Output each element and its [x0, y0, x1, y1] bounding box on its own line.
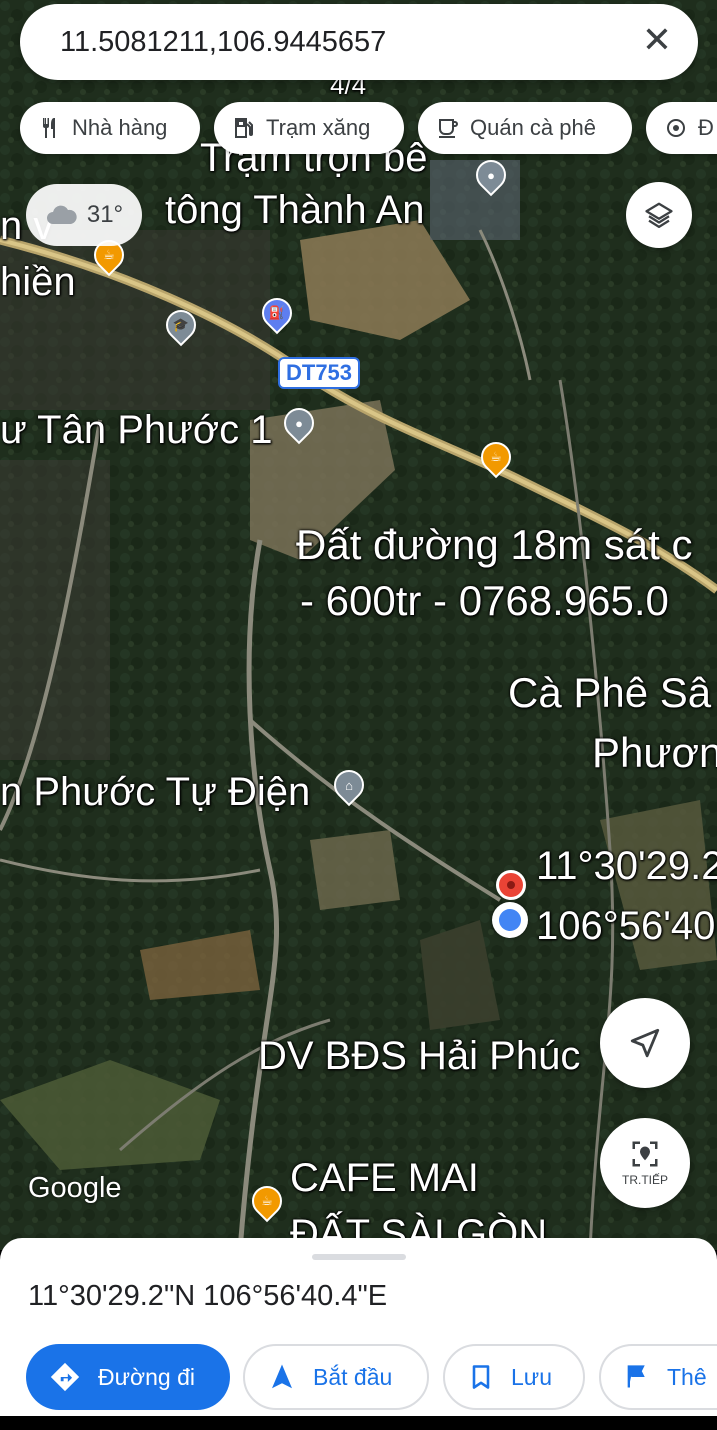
map-label-coord-lat: 11°30'29.2	[536, 844, 717, 888]
search-input[interactable]: 11.5081211,106.9445657	[60, 26, 386, 59]
start-button[interactable]: Bắt đầu	[243, 1344, 429, 1410]
map-label-ca-phe: Cà Phê Sâ	[508, 669, 712, 716]
start-label: Bắt đầu	[313, 1363, 393, 1390]
attraction-icon	[667, 119, 685, 137]
navigation-start-icon	[272, 1364, 292, 1389]
close-icon[interactable]: ✕	[642, 22, 672, 58]
chip-attraction[interactable]: Đ	[646, 102, 717, 154]
map-label-phuon: Phươn	[592, 729, 717, 776]
directions-icon	[50, 1362, 80, 1392]
live-view-icon	[632, 1141, 658, 1167]
gas-station-icon	[235, 118, 253, 138]
layers-icon	[645, 202, 673, 228]
weather-badge[interactable]: 31°	[26, 184, 142, 246]
system-nav-bar	[0, 1416, 717, 1430]
dropped-pin-icon[interactable]	[496, 870, 526, 900]
chip-restaurant[interactable]: Nhà hàng	[20, 102, 200, 154]
directions-button[interactable]: Đường đi	[26, 1344, 230, 1410]
map-label-be-tong: tông Thành An	[165, 188, 425, 232]
coffee-icon	[439, 119, 458, 138]
my-location-dot	[492, 902, 528, 938]
map-label-tan-phuoc: ư Tân Phước 1	[0, 408, 273, 452]
chip-gas-station[interactable]: Trạm xăng	[214, 102, 404, 154]
place-sheet[interactable]: 11°30'29.2"N 106°56'40.4"E Đường đi Bắt …	[0, 1238, 717, 1416]
save-label: Lưu	[511, 1363, 552, 1390]
live-view-button[interactable]: TR.TIẾP	[600, 1118, 690, 1208]
save-button[interactable]: Lưu	[443, 1344, 585, 1410]
road-shield: DT753	[278, 357, 361, 389]
chip-label: Trạm xăng	[266, 115, 371, 140]
my-location-button[interactable]	[600, 998, 690, 1088]
more-button[interactable]: Thê	[599, 1344, 717, 1410]
place-coordinates: 11°30'29.2"N 106°56'40.4"E	[28, 1280, 388, 1312]
chip-label: Đ	[698, 115, 714, 140]
bookmark-icon	[472, 1365, 490, 1389]
map-label-price: - 600tr - 0768.965.0	[300, 577, 669, 624]
layers-button[interactable]	[626, 182, 692, 248]
chip-label: Quán cà phê	[470, 115, 596, 140]
weather-temp: 31°	[86, 201, 124, 228]
map-label-cafe-mai: CAFE MAI	[290, 1156, 479, 1200]
map-label-dv-bds: DV BĐS Hải Phúc	[258, 1034, 581, 1078]
navigation-arrow-icon	[630, 1028, 660, 1058]
directions-label: Đường đi	[98, 1363, 195, 1390]
chip-label: Nhà hàng	[72, 115, 168, 140]
map-label-hien: hiền	[0, 260, 76, 304]
search-bar[interactable]: 11.5081211,106.9445657 ✕	[20, 4, 698, 80]
map-label-coord-lng: 106°56'40	[536, 904, 716, 948]
restaurant-icon	[43, 118, 55, 138]
map-label-dat-duong: Đất đường 18m sát c	[296, 521, 693, 568]
google-logo: Google	[28, 1172, 122, 1204]
chip-coffee[interactable]: Quán cà phê	[418, 102, 632, 154]
cloudy-icon	[46, 205, 77, 224]
more-label: Thê	[667, 1363, 707, 1390]
live-view-label: TR.TIẾP	[621, 1173, 668, 1187]
drag-handle[interactable]	[312, 1254, 406, 1260]
flag-icon	[627, 1365, 645, 1388]
map-label-tu-dien: n Phước Tự Điện	[0, 770, 311, 814]
